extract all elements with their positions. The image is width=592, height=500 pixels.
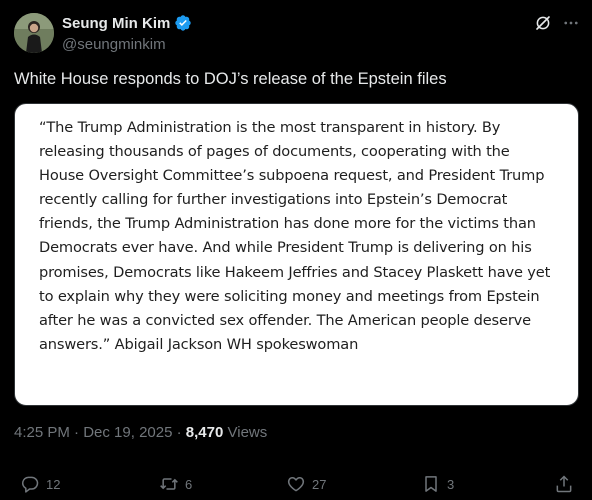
author-display-name[interactable]: Seung Min Kim <box>62 15 170 32</box>
bookmark-button[interactable]: 3 <box>421 470 454 498</box>
avatar-image <box>14 13 54 53</box>
like-icon <box>287 477 305 492</box>
quote-line: after he was a convicted sex offender. T… <box>39 311 531 329</box>
quote-line: to explain why they were soliciting mone… <box>39 287 540 305</box>
like-button[interactable]: 27 <box>286 470 326 498</box>
meta-separator: · <box>176 424 182 441</box>
grok-icon[interactable] <box>534 14 552 32</box>
share-button[interactable] <box>554 470 574 498</box>
reply-count: 12 <box>46 476 61 492</box>
bookmark-icon <box>425 476 437 492</box>
tweet-meta: 4:25 PM · Dec 19, 2025 · 8,470 Views <box>14 424 267 441</box>
quote-line: promises, Democrats like Hakeem Jeffries… <box>39 263 551 281</box>
quote-line: releasing thousands of pages of document… <box>39 143 510 161</box>
repost-button[interactable]: 6 <box>159 470 192 498</box>
reply-button[interactable]: 12 <box>20 470 60 498</box>
quote-line: recently calling for further investigati… <box>39 191 508 209</box>
tweet-date[interactable]: Dec 19, 2025 <box>83 424 172 441</box>
quote-image-text: “The Trump Administration is the most tr… <box>39 116 569 357</box>
quote-line: “The Trump Administration is the most tr… <box>39 119 501 136</box>
tweet: Seung Min Kim @seungminkim White House r… <box>0 0 592 500</box>
author-name-row: Seung Min Kim <box>62 14 192 32</box>
quote-line: Democrats ever have. And while President… <box>39 239 532 257</box>
share-icon <box>556 475 572 493</box>
meta-separator: · <box>74 424 80 441</box>
views-count: 8,470 <box>185 424 224 441</box>
quote-line: friends, the Trump Administration has do… <box>39 215 536 233</box>
bookmark-count: 3 <box>447 476 455 492</box>
like-count: 27 <box>312 476 327 492</box>
action-bar: 12 6 27 3 <box>0 470 592 498</box>
more-icon[interactable] <box>562 14 580 32</box>
author-handle[interactable]: @seungminkim <box>62 36 166 53</box>
repost-count: 6 <box>185 476 193 492</box>
tweet-time[interactable]: 4:25 PM <box>14 424 70 441</box>
tweet-text: White House responds to DOJ’s release of… <box>14 70 447 88</box>
quote-image-card[interactable]: “The Trump Administration is the most tr… <box>14 103 579 406</box>
verified-icon <box>175 15 192 31</box>
repost-icon <box>160 478 178 490</box>
reply-icon <box>21 476 39 493</box>
views-label: Views <box>227 424 268 441</box>
quote-line: House Oversight Committee’s subpoena req… <box>39 167 545 185</box>
quote-line: answers.” Abigail Jackson WH spokeswoman <box>39 335 359 353</box>
avatar[interactable] <box>14 13 54 53</box>
